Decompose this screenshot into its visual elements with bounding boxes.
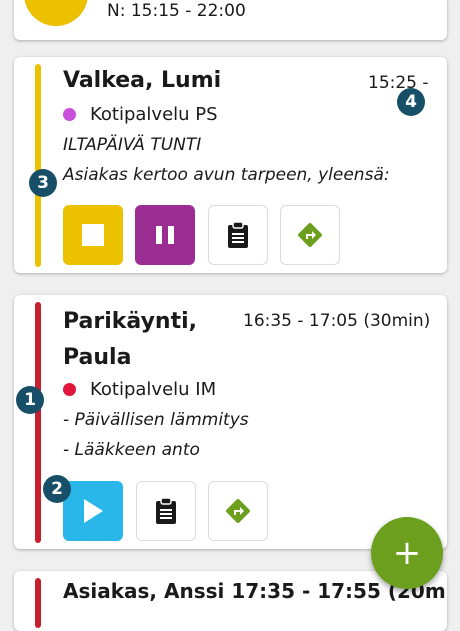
status-circle: [24, 0, 88, 26]
add-visit-button[interactable]: +: [371, 517, 443, 589]
visit-card-previous[interactable]: N: 15:15 - 22:00: [14, 0, 447, 40]
client-name-line2: Paula: [63, 345, 132, 370]
clipboard-icon: [156, 497, 176, 524]
note-line: - Lääkkeen anto: [63, 440, 200, 460]
visit-card-valkea[interactable]: Valkea, Lumi 15:25 - Kotipalvelu PS ILTA…: [14, 57, 447, 273]
clipboard-icon: [228, 221, 248, 248]
pause-button[interactable]: [135, 205, 195, 265]
visit-card-next[interactable]: Asiakas, Anssi 17:35 - 17:55 (20min): [14, 571, 447, 631]
status-bar: [35, 302, 41, 543]
report-button[interactable]: [208, 205, 268, 265]
stop-button[interactable]: [63, 205, 123, 265]
client-name-line1: Parikäynti,: [63, 309, 197, 334]
service-name: Kotipalvelu PS: [90, 104, 218, 125]
stop-icon: [82, 224, 104, 246]
client-name: Valkea, Lumi: [63, 68, 222, 93]
start-button[interactable]: [63, 481, 123, 541]
badge-2: 2: [43, 475, 71, 503]
service-color-dot: [63, 383, 76, 396]
visit-card-parikaynti[interactable]: Parikäynti, Paula 16:35 - 17:05 (30min) …: [14, 295, 447, 549]
note-line: ILTAPÄIVÄ TUNTI: [63, 135, 202, 155]
status-bar: [35, 578, 41, 628]
badge-4: 4: [397, 88, 425, 116]
route-icon: [298, 223, 322, 247]
route-button[interactable]: [280, 205, 340, 265]
play-icon: [84, 499, 103, 523]
pause-icon: [156, 226, 174, 244]
badge-1: 1: [16, 386, 44, 414]
service-name: Kotipalvelu IM: [90, 379, 217, 400]
visit-time: 16:35 - 17:05 (30min): [243, 311, 431, 331]
report-button[interactable]: [136, 481, 196, 541]
service-color-dot: [63, 108, 76, 121]
service-row: Kotipalvelu IM: [63, 379, 216, 400]
note-line: - Päivällisen lämmitys: [63, 410, 249, 430]
shift-text: N: 15:15 - 22:00: [107, 1, 246, 21]
note-line: Asiakas kertoo avun tarpeen, yleensä:: [63, 165, 390, 185]
badge-3: 3: [29, 169, 57, 197]
status-bar: [35, 64, 41, 267]
route-icon: [226, 499, 250, 523]
route-button[interactable]: [208, 481, 268, 541]
service-row: Kotipalvelu PS: [63, 104, 218, 125]
